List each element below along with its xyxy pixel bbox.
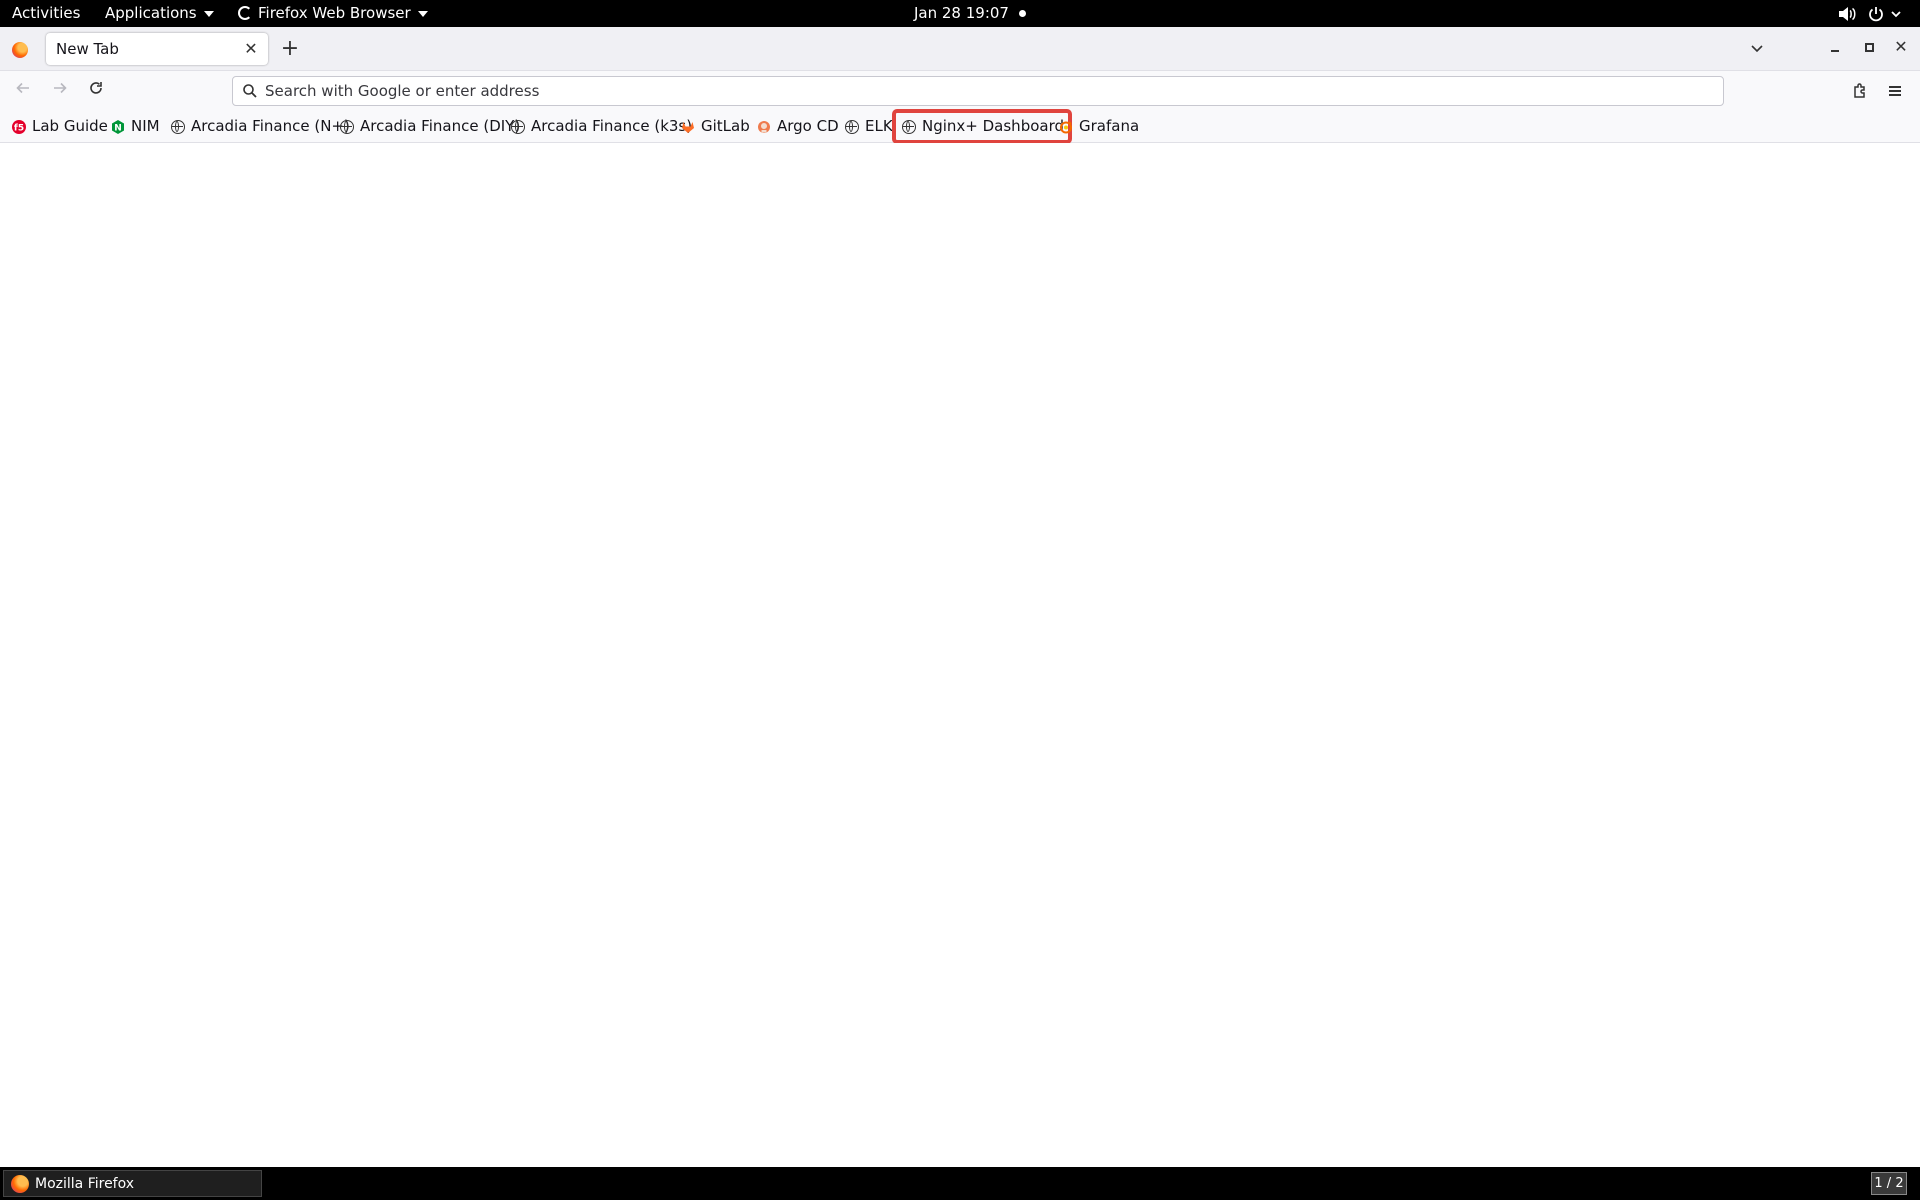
power-icon[interactable] xyxy=(1868,0,1902,27)
globe-icon xyxy=(845,119,859,134)
workspace-indicator[interactable]: 1 / 2 xyxy=(1871,1172,1907,1195)
globe-icon xyxy=(171,119,185,134)
forward-button[interactable] xyxy=(48,79,72,103)
applications-menu-label: Applications xyxy=(105,4,197,22)
list-all-tabs-button[interactable] xyxy=(1749,40,1765,60)
bookmark-arcadia-finance-diy[interactable]: Arcadia Finance (DIY) xyxy=(340,113,520,140)
argocd-icon xyxy=(758,120,770,133)
bookmark-gitlab[interactable]: GitLab xyxy=(681,113,750,140)
svg-text:f5: f5 xyxy=(14,123,24,133)
bookmark-label: Lab Guide xyxy=(32,117,108,135)
bookmark-grafana[interactable]: Grafana xyxy=(1059,113,1139,140)
bookmark-arcadia-finance-k3s[interactable]: Arcadia Finance (k3s) xyxy=(511,113,692,140)
globe-icon xyxy=(511,119,525,134)
bookmarks-toolbar: f5 Lab Guide N NIM Arcadia Finance (N+) … xyxy=(0,109,1920,144)
maximize-window-button[interactable] xyxy=(1859,37,1879,57)
page-content xyxy=(0,143,1920,1167)
firefox-icon xyxy=(11,1174,29,1193)
bookmark-label: GitLab xyxy=(701,117,750,135)
gitlab-icon xyxy=(682,121,694,133)
address-bar[interactable] xyxy=(232,76,1724,106)
bookmark-label: Argo CD xyxy=(777,117,839,135)
bookmark-lab-guide[interactable]: f5 Lab Guide xyxy=(12,113,108,140)
system-top-bar: Activities Applications Firefox Web Brow… xyxy=(0,0,1920,27)
chevron-down-icon xyxy=(417,10,428,17)
grafana-icon xyxy=(1060,120,1072,133)
nginx-icon: N xyxy=(112,119,124,134)
firefox-view-icon[interactable] xyxy=(12,42,28,58)
bookmark-label: ELK xyxy=(865,117,893,135)
chevron-down-icon xyxy=(203,10,214,17)
firefox-icon xyxy=(238,6,252,20)
bookmark-arcadia-finance-nplus[interactable]: Arcadia Finance (N+) xyxy=(171,113,350,140)
f5-icon: f5 xyxy=(12,119,26,134)
clock[interactable]: Jan 28 19:07 xyxy=(914,0,1009,27)
bookmark-elk[interactable]: ELK xyxy=(845,113,893,140)
globe-icon xyxy=(340,119,354,134)
minimize-window-button[interactable] xyxy=(1825,37,1845,57)
tab-strip: New Tab ✕ + ✕ xyxy=(0,27,1920,71)
tab-title: New Tab xyxy=(56,40,119,58)
svg-text:N: N xyxy=(114,123,122,133)
bookmark-label: NIM xyxy=(131,117,160,135)
extensions-button[interactable] xyxy=(1848,79,1872,103)
new-tab-button[interactable]: + xyxy=(278,37,302,61)
chevron-down-icon xyxy=(1751,45,1763,53)
app-menu[interactable]: Firefox Web Browser xyxy=(238,0,428,27)
bookmark-argo-cd[interactable]: Argo CD xyxy=(757,113,839,140)
hamburger-menu-icon xyxy=(1889,86,1901,88)
bookmark-label: Arcadia Finance (DIY) xyxy=(360,117,521,135)
bookmark-nim[interactable]: N NIM xyxy=(111,113,160,140)
notification-dot-icon xyxy=(1019,10,1026,17)
taskbar-window-firefox[interactable]: Mozilla Firefox xyxy=(3,1170,262,1197)
back-button[interactable] xyxy=(11,79,35,103)
reload-icon xyxy=(90,82,102,94)
arrow-left-icon xyxy=(16,82,29,94)
puzzle-icon xyxy=(1854,83,1865,98)
search-icon xyxy=(243,84,257,98)
application-menu-button[interactable] xyxy=(1884,79,1908,103)
app-menu-label: Firefox Web Browser xyxy=(258,4,411,22)
globe-icon xyxy=(902,119,916,134)
applications-menu[interactable]: Applications xyxy=(105,0,214,27)
address-input[interactable] xyxy=(263,77,1705,105)
navigation-toolbar xyxy=(0,71,1920,111)
taskbar-window-label: Mozilla Firefox xyxy=(35,1175,135,1192)
window-taskbar: Mozilla Firefox 1 / 2 xyxy=(0,1167,1920,1200)
bookmark-label: Nginx+ Dashboard xyxy=(922,117,1065,135)
bookmark-nginx-plus-dashboard[interactable]: Nginx+ Dashboard xyxy=(891,109,1073,144)
bookmark-label: Grafana xyxy=(1079,117,1140,135)
arrow-right-icon xyxy=(54,82,67,94)
activities-button[interactable]: Activities xyxy=(12,0,80,27)
close-tab-icon[interactable]: ✕ xyxy=(240,38,262,60)
volume-icon[interactable] xyxy=(1838,0,1856,27)
tab-new-tab[interactable]: New Tab ✕ xyxy=(46,33,268,65)
reload-button[interactable] xyxy=(84,79,108,103)
bookmark-label: Arcadia Finance (k3s) xyxy=(531,117,693,135)
bookmark-label: Arcadia Finance (N+) xyxy=(191,117,350,135)
close-window-button[interactable]: ✕ xyxy=(1891,37,1911,57)
